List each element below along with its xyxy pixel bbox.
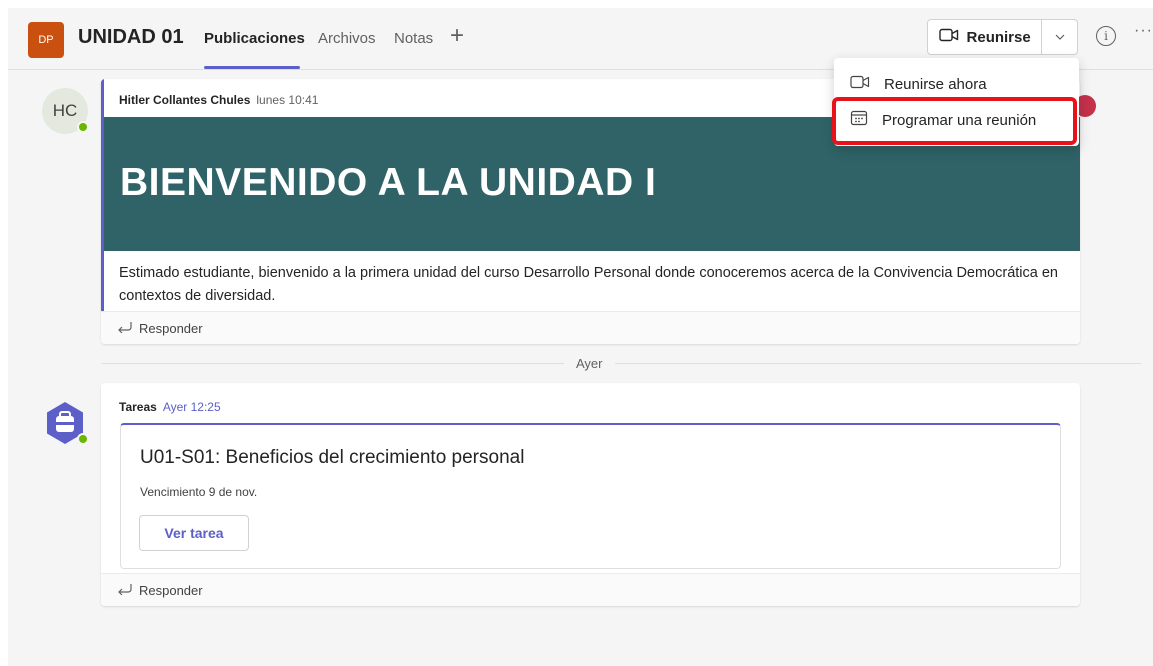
view-assignment-button[interactable]: Ver tarea xyxy=(139,515,249,551)
video-icon xyxy=(938,28,959,46)
post-meta: Hitler Collantes Chules lunes 10:41 xyxy=(119,93,318,107)
meet-button-group: Reunirse xyxy=(927,19,1078,55)
reply-button[interactable]: Responder xyxy=(101,573,1080,606)
post-author[interactable]: Hitler Collantes Chules xyxy=(119,93,250,107)
chevron-down-icon[interactable] xyxy=(1042,20,1077,54)
team-name: UNIDAD 01 xyxy=(78,26,184,48)
info-icon[interactable]: i xyxy=(1096,26,1116,46)
menu-item-label: Reunirse ahora xyxy=(884,75,987,93)
day-divider-label: Ayer xyxy=(564,356,615,371)
reply-arrow-icon xyxy=(117,583,133,598)
tab-archivos[interactable]: Archivos xyxy=(318,30,376,47)
assignment-due-date: Vencimiento 9 de nov. xyxy=(140,485,258,499)
reply-label: Responder xyxy=(139,320,203,336)
assignment-card: U01-S01: Beneficios del crecimiento pers… xyxy=(120,423,1061,569)
avatar-initials: HC xyxy=(52,101,78,120)
video-icon xyxy=(850,75,870,93)
team-avatar[interactable]: DP xyxy=(28,22,64,58)
assignment-post: Tareas Ayer 12:25 U01-S01: Beneficios del… xyxy=(101,383,1080,606)
reply-arrow-icon xyxy=(117,321,133,336)
banner-title: BIENVENIDO A LA UNIDAD I xyxy=(120,161,657,204)
add-tab-icon[interactable]: + xyxy=(450,24,464,48)
more-options-icon[interactable]: ··· xyxy=(1134,22,1153,40)
post-meta: Tareas Ayer 12:25 xyxy=(119,400,221,414)
post-body: Estimado estudiante, bienvenido a la pri… xyxy=(119,265,1058,304)
tab-publicaciones[interactable]: Publicaciones xyxy=(204,30,305,47)
highlight-annotation xyxy=(832,97,1077,145)
meet-button[interactable]: Reunirse xyxy=(928,20,1043,54)
post-time: Ayer 12:25 xyxy=(162,400,221,414)
post-time: lunes 10:41 xyxy=(256,93,319,107)
assignment-title: U01-S01: Beneficios del crecimiento pers… xyxy=(140,447,525,468)
tab-notas[interactable]: Notas xyxy=(394,30,433,47)
active-tab-indicator xyxy=(204,66,300,69)
reply-label: Responder xyxy=(139,582,203,598)
meet-button-label: Reunirse xyxy=(966,28,1031,46)
presence-available-icon xyxy=(77,433,89,445)
post-author[interactable]: Tareas xyxy=(119,400,157,414)
reply-button[interactable]: Responder xyxy=(101,311,1080,344)
day-divider xyxy=(101,363,1141,364)
presence-available-icon xyxy=(77,121,89,133)
